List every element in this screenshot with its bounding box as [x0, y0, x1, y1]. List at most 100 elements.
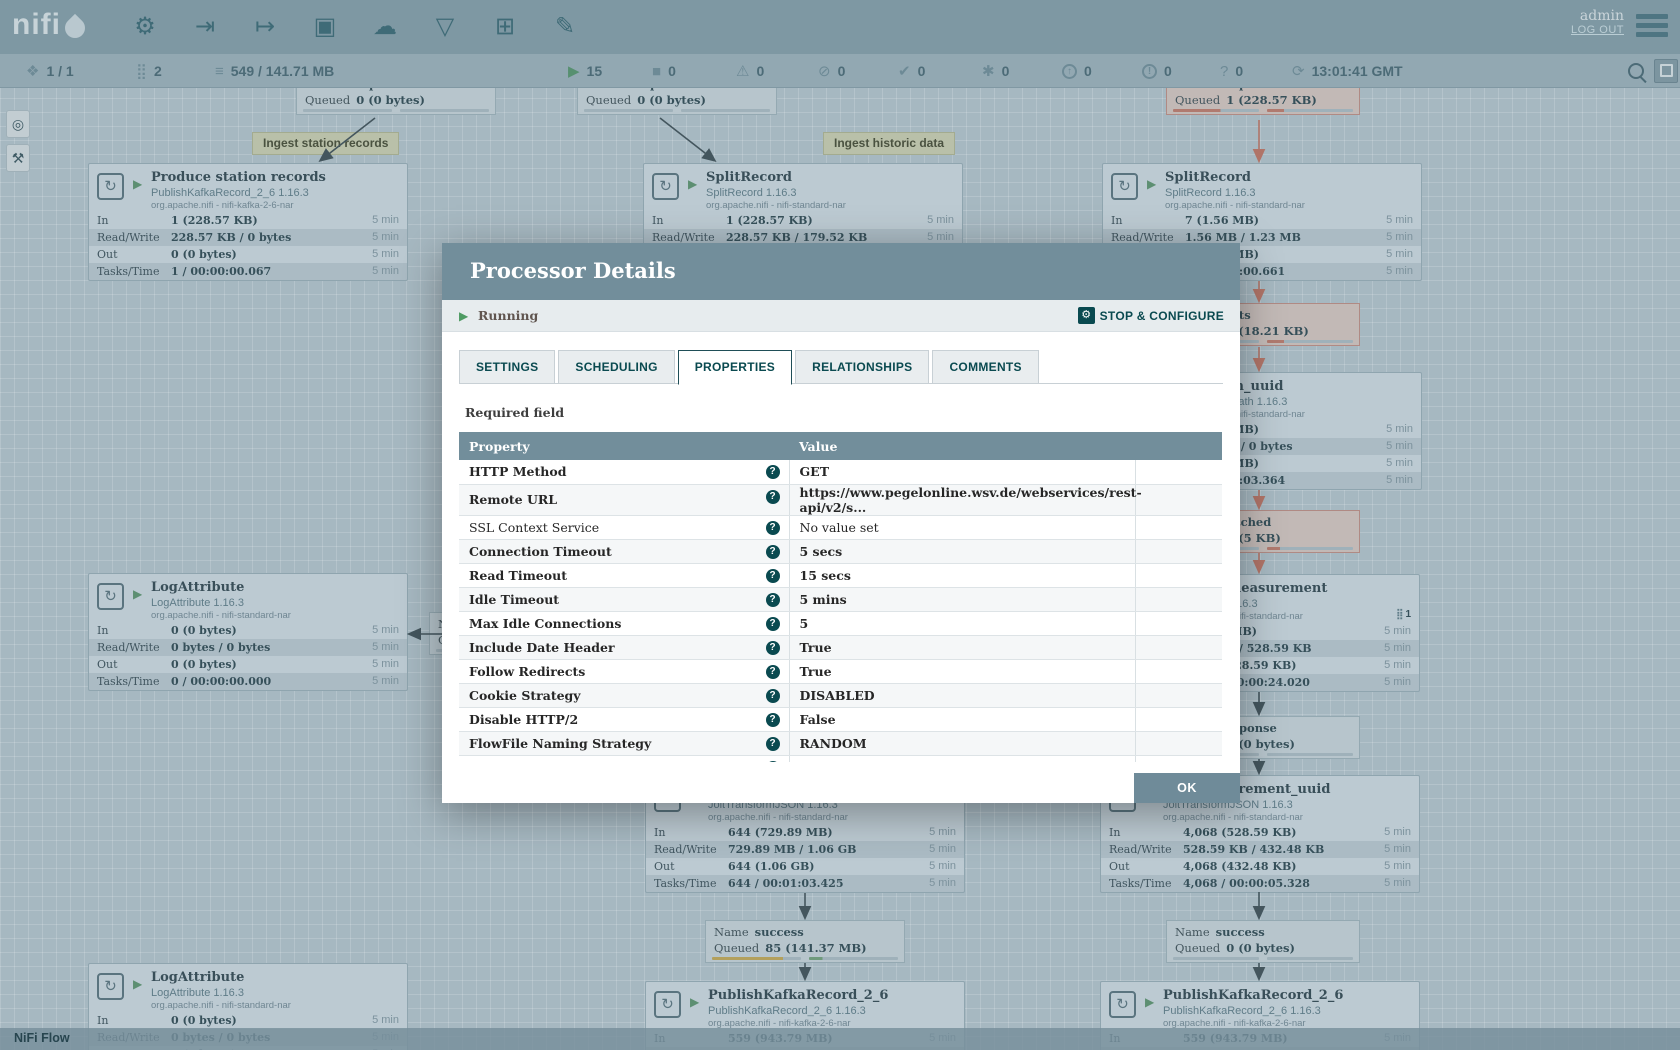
queue-bars [584, 109, 770, 112]
property-value: True [789, 659, 1135, 683]
required-field-note: Required field [465, 405, 1223, 420]
search-icon[interactable] [1628, 63, 1644, 79]
processor-node[interactable]: ↻▶LogAttributeLogAttribute 1.16.3org.apa… [88, 573, 408, 691]
stop-and-configure-button[interactable]: ⚙ STOP & CONFIGURE [1078, 307, 1224, 324]
property-value: GET [789, 460, 1135, 484]
property-value: No value set [789, 755, 1135, 762]
template-icon[interactable]: ⊞ [488, 12, 522, 42]
cluster-badge: ⣿1 [1396, 609, 1411, 620]
nifi-logo-text: nifi [12, 8, 61, 42]
label-icon[interactable]: ✎ [548, 12, 582, 42]
running-icon: ▶ [690, 995, 699, 1009]
processor-type-icon: ↻ [97, 583, 124, 610]
navigate-palette-button[interactable]: ◎ [6, 110, 30, 138]
help-icon[interactable]: ? [766, 521, 780, 535]
help-icon[interactable]: ? [766, 490, 780, 504]
global-menu-icon[interactable] [1636, 14, 1668, 41]
statusbar-refresh: ⟳ 13:01:41 GMT [1292, 54, 1403, 88]
help-icon[interactable]: ? [766, 593, 780, 607]
status-bar: ❖1 / 1⣿2≡549 / 141.71 MB▶15■0⚠0⊘0✔0✱0↑0!… [0, 54, 1680, 88]
nifi-application: ◎ ⚒ nifi ⚙⇥↦▣☁▽⊞✎ admin LOG OUT ❖1 / 1⣿2… [0, 0, 1680, 1050]
column-header-value: Value [789, 432, 1135, 460]
processor-stat-row: Read/Write0 bytes / 0 bytes5 min [89, 639, 407, 656]
processor-stat-row: Read/Write228.57 KB / 0 bytes5 min [89, 229, 407, 246]
processor-title: PublishKafkaRecord_2_6 [708, 988, 888, 1003]
help-icon[interactable]: ? [766, 689, 780, 703]
property-row: Idle Timeout?5 mins [459, 587, 1222, 611]
processor-stat-row: In4,068 (528.59 KB)5 min [1101, 824, 1419, 841]
help-icon[interactable]: ? [766, 761, 780, 763]
running-icon: ▶ [133, 977, 142, 991]
property-value: False [789, 707, 1135, 731]
help-icon[interactable]: ? [766, 737, 780, 751]
funnel-icon[interactable]: ▽ [428, 12, 462, 42]
canvas-label[interactable]: Ingest historic data [823, 132, 955, 155]
connection-label[interactable]: NamesuccessQueued85 (141.37 MB) [705, 920, 905, 963]
processor-node[interactable]: ↻▶Produce station recordsPublishKafkaRec… [88, 163, 408, 281]
property-name: Cookie Strategy? [459, 683, 789, 707]
processor-bundle: org.apache.nifi - nifi-standard-nar [708, 812, 848, 823]
remote-process-group-icon[interactable]: ☁ [368, 12, 402, 42]
processor-title: Produce station records [151, 170, 326, 185]
processor-type-icon: ↻ [654, 991, 681, 1018]
processor-type: LogAttribute 1.16.3 [151, 597, 244, 609]
processor-bundle: org.apache.nifi - nifi-standard-nar [1165, 200, 1305, 211]
logout-link[interactable]: LOG OUT [1571, 24, 1624, 36]
process-group-icon[interactable]: ▣ [308, 12, 342, 42]
operate-palette-button[interactable]: ⚒ [6, 144, 30, 172]
tab-comments[interactable]: COMMENTS [932, 350, 1038, 384]
help-icon[interactable]: ? [766, 641, 780, 655]
help-icon[interactable]: ? [766, 665, 780, 679]
property-name: Remote URL? [459, 484, 789, 515]
property-row: Read Timeout?15 secs [459, 563, 1222, 587]
tab-relationships[interactable]: RELATIONSHIPS [795, 350, 929, 384]
help-icon[interactable]: ? [766, 617, 780, 631]
input-port-icon[interactable]: ⇥ [188, 12, 222, 42]
processor-icon[interactable]: ⚙ [128, 12, 162, 42]
property-value: 5 secs [789, 539, 1135, 563]
sync-failure-icon: ? [1220, 63, 1228, 80]
help-icon[interactable]: ? [766, 569, 780, 583]
processor-bundle: org.apache.nifi - nifi-standard-nar [706, 200, 846, 211]
processor-state-label: Running [478, 308, 538, 323]
statusbar-cluster: ❖1 / 1 [26, 54, 74, 88]
statusbar-locally-modified-stale: !0 [1142, 54, 1172, 88]
property-name: Idle Timeout? [459, 587, 789, 611]
statusbar-stopped: ■0 [652, 54, 676, 88]
processor-stat-row: Out4,068 (432.48 KB)5 min [1101, 858, 1419, 875]
refresh-icon[interactable]: ⟳ [1292, 62, 1305, 80]
canvas-label[interactable]: Ingest station records [252, 132, 399, 155]
property-row: Disable HTTP/2?False [459, 707, 1222, 731]
ok-button[interactable]: OK [1134, 773, 1240, 803]
bulletin-panel-button[interactable] [1654, 59, 1678, 83]
tab-properties[interactable]: PROPERTIES [678, 350, 792, 385]
statusbar-sync-failure: ?0 [1220, 54, 1243, 88]
property-row: Cookie Strategy?DISABLED [459, 683, 1222, 707]
processor-stat-row: Out644 (1.06 GB)5 min [646, 858, 964, 875]
tab-settings[interactable]: SETTINGS [459, 350, 555, 384]
processor-type-icon: ↻ [1109, 991, 1136, 1018]
processor-stat-row: Tasks/Time1 / 00:00:00.0675 min [89, 263, 407, 280]
connection-label[interactable]: NamesuccessQueued0 (0 bytes) [1166, 920, 1360, 963]
help-icon[interactable]: ? [766, 545, 780, 559]
tab-scheduling[interactable]: SCHEDULING [558, 350, 674, 384]
processor-stat-row: In644 (729.89 MB)5 min [646, 824, 964, 841]
last-refresh-time: 13:01:41 GMT [1312, 63, 1403, 79]
processor-title: LogAttribute [151, 970, 244, 985]
help-icon[interactable]: ? [766, 713, 780, 727]
output-port-icon[interactable]: ↦ [248, 12, 282, 42]
breadcrumb[interactable]: NiFi Flow [14, 1031, 70, 1045]
stale-icon: ↑ [1062, 64, 1077, 79]
statusbar-stale: ↑0 [1062, 54, 1092, 88]
column-header-property: Property [459, 432, 789, 460]
processor-type: LogAttribute 1.16.3 [151, 987, 244, 999]
property-name: Include Date Header? [459, 635, 789, 659]
property-name: Connection Timeout? [459, 539, 789, 563]
help-icon[interactable]: ? [766, 465, 780, 479]
cluster-icon: ❖ [26, 62, 39, 80]
queue-bars [1173, 957, 1353, 960]
property-value: RANDOM [789, 731, 1135, 755]
queue-bars [712, 957, 898, 960]
processor-title: LogAttribute [151, 580, 244, 595]
processor-type: PublishKafkaRecord_2_6 1.16.3 [708, 1005, 866, 1017]
